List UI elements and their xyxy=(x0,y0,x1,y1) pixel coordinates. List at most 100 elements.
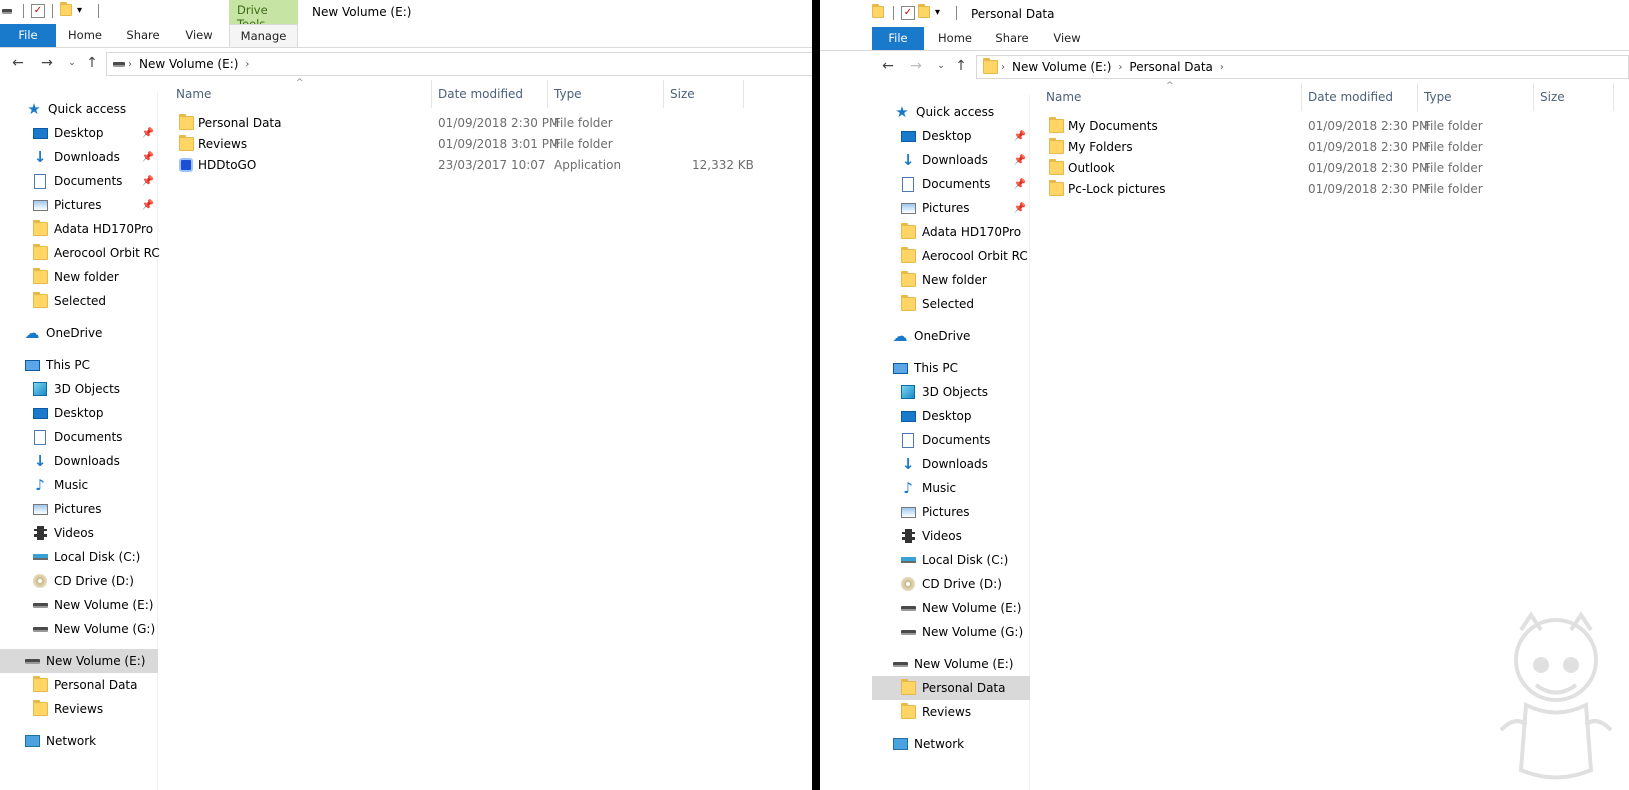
nav-drive-folder[interactable]: Personal Data xyxy=(0,673,158,697)
nav-drive-folder-selected[interactable]: Personal Data xyxy=(872,676,1030,700)
nav-pc-desktop[interactable]: Desktop xyxy=(0,401,158,425)
nav-qa-folder[interactable]: Selected xyxy=(0,289,158,313)
nav-pc-3d-objects[interactable]: 3D Objects xyxy=(872,380,1030,404)
nav-network[interactable]: Network xyxy=(872,732,1030,756)
column-header-type[interactable]: Type xyxy=(548,80,664,108)
up-arrow-icon[interactable]: ↑ xyxy=(84,55,100,71)
nav-drive-folder[interactable]: Reviews xyxy=(872,700,1030,724)
nav-pc-downloads[interactable]: ↓ Downloads xyxy=(0,449,158,473)
file-row[interactable]: Pc-Lock pictures 01/09/2018 2:30 PM File… xyxy=(1040,178,1600,199)
chevron-right-icon[interactable]: › xyxy=(1118,62,1122,73)
file-row[interactable]: Outlook 01/09/2018 2:30 PM File folder xyxy=(1040,157,1600,178)
nav-pc-volume-e[interactable]: New Volume (E:) xyxy=(872,596,1030,620)
nav-pc-videos[interactable]: Videos xyxy=(0,521,158,545)
tab-view[interactable]: View xyxy=(1042,27,1092,50)
nav-qa-folder[interactable]: New folder xyxy=(872,268,1030,292)
tab-file[interactable]: File xyxy=(872,27,924,50)
nav-expanded-drive[interactable]: New Volume (E:) xyxy=(872,652,1030,676)
nav-qa-documents[interactable]: Documents 📌 xyxy=(872,172,1030,196)
column-header-name[interactable]: Name xyxy=(1040,83,1302,111)
tab-home[interactable]: Home xyxy=(60,24,110,47)
new-folder-icon[interactable] xyxy=(60,2,74,18)
nav-pc-documents[interactable]: Documents xyxy=(0,425,158,449)
nav-qa-downloads[interactable]: ↓ Downloads 📌 xyxy=(0,145,158,169)
chevron-right-icon[interactable]: › xyxy=(245,59,249,70)
nav-qa-folder[interactable]: Adata HD170Pro xyxy=(872,220,1030,244)
nav-onedrive[interactable]: ☁ OneDrive xyxy=(0,321,158,345)
nav-qa-desktop[interactable]: Desktop 📌 xyxy=(0,121,158,145)
file-row[interactable]: My Folders 01/09/2018 2:30 PM File folde… xyxy=(1040,136,1600,157)
nav-pc-local-disk[interactable]: Local Disk (C:) xyxy=(0,545,158,569)
nav-qa-downloads[interactable]: ↓ Downloads 📌 xyxy=(872,148,1030,172)
properties-icon[interactable]: ✓ xyxy=(901,6,915,20)
nav-qa-pictures[interactable]: Pictures 📌 xyxy=(872,196,1030,220)
nav-qa-folder[interactable]: Aerocool Orbit RC xyxy=(0,241,160,265)
up-arrow-icon[interactable]: ↑ xyxy=(953,58,969,74)
recent-locations-chevron-icon[interactable]: ⌄ xyxy=(64,55,80,71)
nav-qa-pictures[interactable]: Pictures 📌 xyxy=(0,193,158,217)
back-arrow-icon[interactable]: ← xyxy=(10,55,26,71)
file-row[interactable]: HDDtoGO 23/03/2017 10:07 Application 12,… xyxy=(170,154,754,175)
nav-quick-access[interactable]: ★ Quick access xyxy=(872,100,1030,124)
tab-file[interactable]: File xyxy=(0,24,56,47)
nav-pc-documents[interactable]: Documents xyxy=(872,428,1030,452)
column-header-date[interactable]: Date modified xyxy=(1302,83,1418,111)
nav-qa-folder[interactable]: New folder xyxy=(0,265,158,289)
breadcrumb-new-volume[interactable]: New Volume (E:) xyxy=(1012,60,1111,74)
nav-pc-desktop[interactable]: Desktop xyxy=(872,404,1030,428)
customize-toolbar-icon[interactable]: ▾ xyxy=(935,6,949,20)
nav-pc-cd-drive[interactable]: CD Drive (D:) xyxy=(872,572,1030,596)
tab-manage[interactable]: Manage xyxy=(229,24,298,47)
tab-view[interactable]: View xyxy=(174,24,224,47)
file-row[interactable]: Personal Data 01/09/2018 2:30 PM File fo… xyxy=(170,112,750,133)
nav-pc-local-disk[interactable]: Local Disk (C:) xyxy=(872,548,1030,572)
nav-qa-folder[interactable]: Aerocool Orbit RC xyxy=(872,244,1030,268)
tab-share[interactable]: Share xyxy=(118,24,168,47)
column-header-size[interactable]: Size xyxy=(1534,83,1614,111)
nav-qa-desktop[interactable]: Desktop 📌 xyxy=(872,124,1030,148)
nav-qa-folder[interactable]: Selected xyxy=(872,292,1030,316)
nav-qa-folder[interactable]: Adata HD170Pro xyxy=(0,217,158,241)
tab-home[interactable]: Home xyxy=(930,27,980,50)
nav-onedrive[interactable]: ☁ OneDrive xyxy=(872,324,1030,348)
nav-qa-documents[interactable]: Documents 📌 xyxy=(0,169,158,193)
breadcrumb-personal-data[interactable]: Personal Data xyxy=(1129,60,1212,74)
nav-pc-pictures[interactable]: Pictures xyxy=(872,500,1030,524)
nav-network[interactable]: Network xyxy=(0,729,158,753)
nav-pc-3d-objects[interactable]: 3D Objects xyxy=(0,377,158,401)
breadcrumb-new-volume[interactable]: New Volume (E:) xyxy=(139,57,238,71)
chevron-right-icon[interactable]: › xyxy=(1220,62,1224,73)
nav-this-pc[interactable]: This PC xyxy=(0,353,158,377)
nav-pc-pictures[interactable]: Pictures xyxy=(0,497,158,521)
address-bar[interactable]: › New Volume (E:) › Personal Data › xyxy=(976,55,1629,79)
nav-pc-volume-g[interactable]: New Volume (G:) xyxy=(872,620,1030,644)
file-row[interactable]: My Documents 01/09/2018 2:30 PM File fol… xyxy=(1040,115,1600,136)
tab-share[interactable]: Share xyxy=(987,27,1037,50)
column-header-date[interactable]: Date modified xyxy=(432,80,548,108)
nav-pc-volume-e[interactable]: New Volume (E:) xyxy=(0,593,158,617)
nav-pc-videos[interactable]: Videos xyxy=(872,524,1030,548)
new-folder-icon[interactable] xyxy=(918,4,932,20)
column-header-type[interactable]: Type xyxy=(1418,83,1534,111)
back-arrow-icon[interactable]: ← xyxy=(880,58,896,74)
nav-pc-cd-drive[interactable]: CD Drive (D:) xyxy=(0,569,158,593)
forward-arrow-icon[interactable]: → xyxy=(908,58,924,74)
customize-toolbar-icon[interactable]: ▾ xyxy=(77,4,91,18)
properties-icon[interactable]: ✓ xyxy=(31,4,45,18)
file-row[interactable]: Reviews 01/09/2018 3:01 PM File folder xyxy=(170,133,750,154)
chevron-right-icon[interactable]: › xyxy=(1001,62,1005,73)
recent-locations-chevron-icon[interactable]: ⌄ xyxy=(933,58,949,74)
nav-pc-downloads[interactable]: ↓ Downloads xyxy=(872,452,1030,476)
address-bar[interactable]: › New Volume (E:) › xyxy=(106,52,812,76)
nav-pc-music[interactable]: ♪ Music xyxy=(872,476,1030,500)
nav-pc-volume-g[interactable]: New Volume (G:) xyxy=(0,617,158,641)
nav-expanded-drive[interactable]: New Volume (E:) xyxy=(0,649,158,673)
nav-drive-folder[interactable]: Reviews xyxy=(0,697,158,721)
nav-pc-music[interactable]: ♪ Music xyxy=(0,473,158,497)
nav-this-pc[interactable]: This PC xyxy=(872,356,1030,380)
column-header-name[interactable]: Name xyxy=(170,80,432,108)
nav-quick-access[interactable]: ★ Quick access xyxy=(0,97,158,121)
chevron-right-icon[interactable]: › xyxy=(128,59,132,70)
column-header-size[interactable]: Size xyxy=(664,80,744,108)
forward-arrow-icon[interactable]: → xyxy=(39,55,55,71)
